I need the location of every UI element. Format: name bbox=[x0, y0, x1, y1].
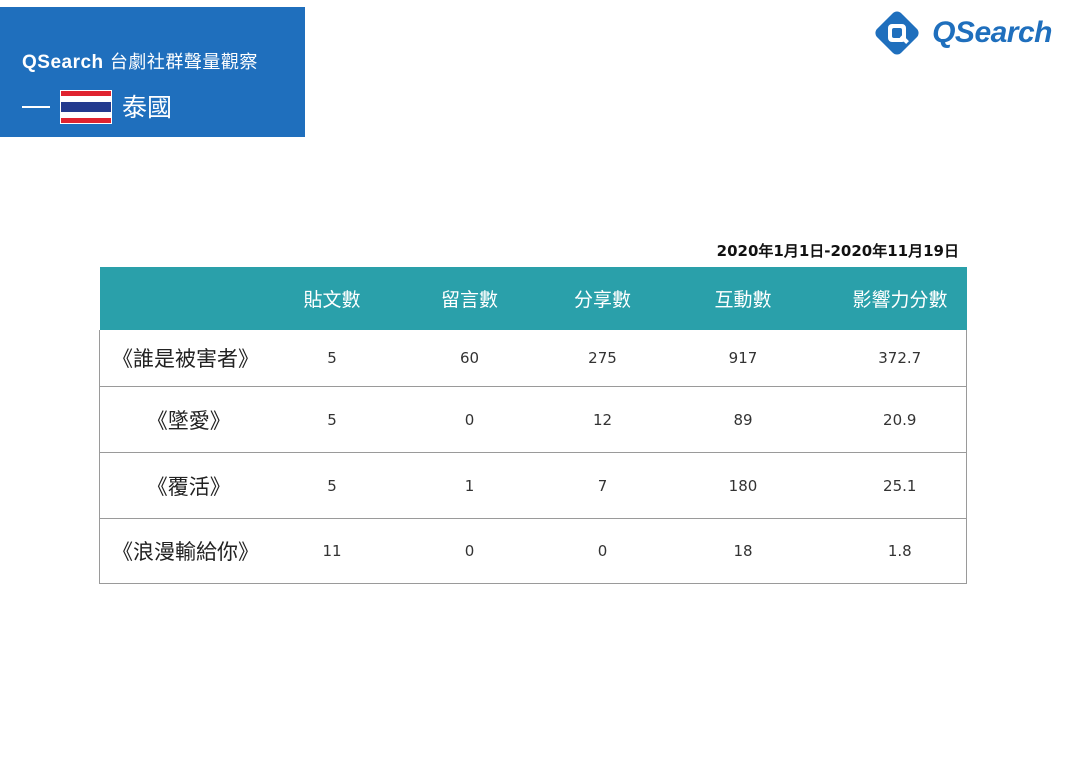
shares-count: 12 bbox=[552, 386, 653, 453]
comments-count: 1 bbox=[386, 452, 553, 519]
date-range: 2020年1月1日-2020年11月19日 bbox=[716, 242, 959, 260]
posts-count: 5 bbox=[277, 452, 387, 519]
interactions-count: 18 bbox=[652, 518, 834, 584]
table-header-row: 貼文數 留言數 分享數 互動數 影響力分數 bbox=[99, 267, 967, 330]
show-title: 《誰是被害者》 bbox=[99, 330, 278, 387]
comments-count: 60 bbox=[386, 330, 553, 387]
shares-count: 7 bbox=[552, 452, 653, 519]
table-row: 《浪漫輸給你》 11 0 0 18 1.8 bbox=[99, 518, 967, 584]
header-shares: 分享數 bbox=[552, 267, 653, 330]
shares-count: 275 bbox=[552, 330, 653, 387]
interactions-count: 180 bbox=[652, 452, 834, 519]
header-interactions: 互動數 bbox=[652, 267, 834, 330]
interactions-count: 917 bbox=[652, 330, 834, 387]
show-title: 《浪漫輸給你》 bbox=[99, 518, 278, 584]
interactions-count: 89 bbox=[652, 386, 834, 453]
banner-title: QSearch 台劇社群聲量觀察 bbox=[22, 48, 258, 74]
shares-count: 0 bbox=[552, 518, 653, 584]
header-influence: 影響力分數 bbox=[833, 267, 967, 330]
show-title: 《墜愛》 bbox=[99, 386, 278, 453]
comments-count: 0 bbox=[386, 386, 553, 453]
qsearch-logo: QSearch bbox=[870, 6, 1052, 60]
dash-divider bbox=[22, 106, 50, 108]
header-comments: 留言數 bbox=[386, 267, 553, 330]
posts-count: 5 bbox=[277, 330, 387, 387]
country-name: 泰國 bbox=[122, 92, 173, 122]
thailand-flag-icon bbox=[60, 90, 112, 124]
banner-country: 泰國 bbox=[22, 87, 172, 127]
qsearch-logo-icon bbox=[875, 11, 919, 55]
posts-count: 11 bbox=[277, 518, 387, 584]
influence-score: 20.9 bbox=[833, 386, 967, 453]
banner-subtitle: 台劇社群聲量觀察 bbox=[109, 52, 258, 73]
banner-brand: QSearch bbox=[22, 52, 104, 73]
header-posts: 貼文數 bbox=[277, 267, 387, 330]
posts-count: 5 bbox=[277, 386, 387, 453]
logo-text: QSearch bbox=[932, 16, 1052, 49]
influence-score: 372.7 bbox=[833, 330, 967, 387]
title-banner: QSearch 台劇社群聲量觀察 泰國 bbox=[0, 7, 305, 137]
table-row: 《墜愛》 5 0 12 89 20.9 bbox=[99, 386, 967, 453]
influence-score: 1.8 bbox=[833, 518, 967, 584]
header-show bbox=[99, 267, 278, 330]
influence-score: 25.1 bbox=[833, 452, 967, 519]
table-row: 《誰是被害者》 5 60 275 917 372.7 bbox=[99, 330, 967, 387]
show-title: 《覆活》 bbox=[99, 452, 278, 519]
comments-count: 0 bbox=[386, 518, 553, 584]
stats-table: 貼文數 留言數 分享數 互動數 影響力分數 《誰是被害者》 5 60 275 9… bbox=[99, 267, 967, 584]
table-row: 《覆活》 5 1 7 180 25.1 bbox=[99, 452, 967, 519]
